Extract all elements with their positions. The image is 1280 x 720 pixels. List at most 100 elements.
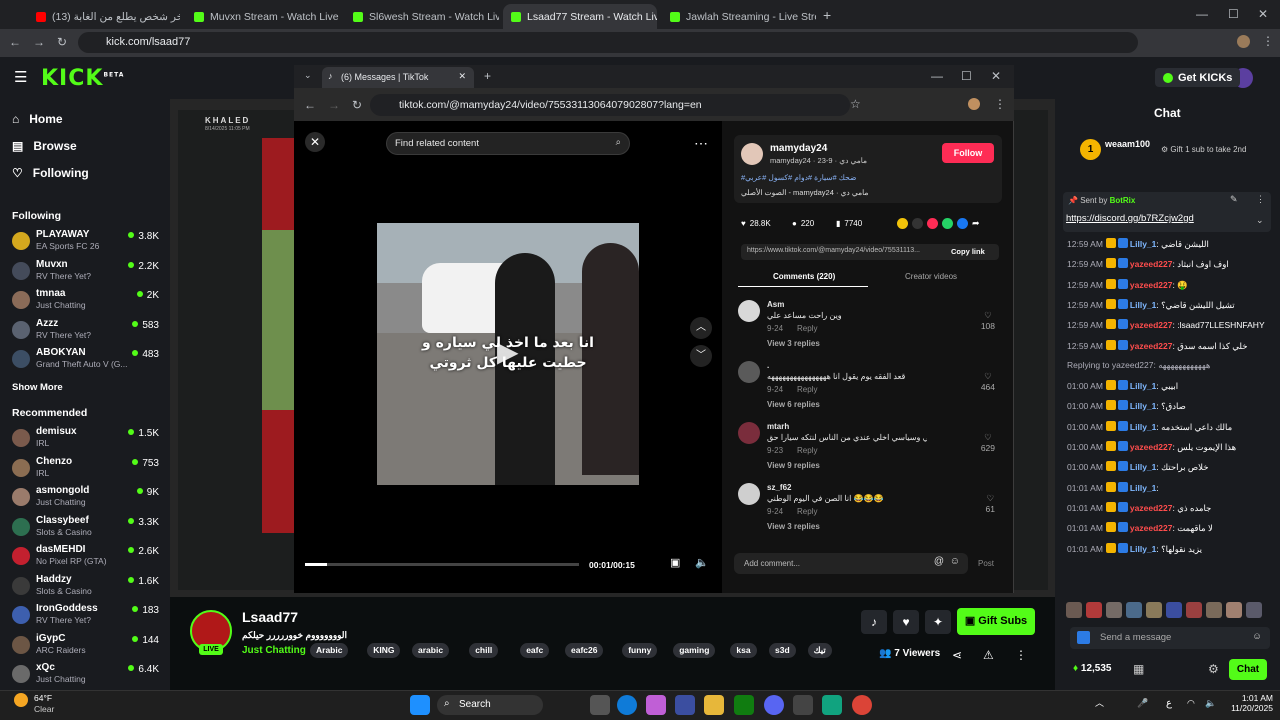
chat-calendar-icon[interactable]: ▦ — [1133, 663, 1144, 675]
mention-icon[interactable]: @ — [934, 557, 944, 567]
comment-reply-button[interactable]: Reply — [797, 324, 817, 333]
stream-category[interactable]: Just Chatting — [242, 645, 306, 656]
task-view-icon[interactable] — [590, 695, 610, 715]
emote-icon[interactable] — [1246, 602, 1262, 618]
wifi-icon[interactable]: ◠ — [1187, 699, 1195, 708]
chat-username[interactable]: yazeed227 — [1130, 280, 1173, 290]
comment-reply-button[interactable]: Reply — [797, 507, 817, 516]
browser-tab-1[interactable]: (13) اخر شخص يطلع من الغابة ...✕ — [28, 4, 180, 29]
emote-icon[interactable] — [1186, 602, 1202, 618]
view-replies-link[interactable]: View 3 replies — [767, 339, 820, 348]
hamburger-menu-icon[interactable]: ☰ — [14, 70, 27, 85]
streamer-name[interactable]: Lsaad77 — [242, 609, 298, 625]
forward-icon[interactable]: → — [33, 36, 45, 48]
more-icon[interactable]: ⋮ — [1015, 649, 1027, 661]
kick-logo[interactable]: KICKBETA — [41, 66, 124, 91]
comment-avatar[interactable] — [738, 300, 760, 322]
file-explorer-icon[interactable] — [704, 695, 724, 715]
microphone-icon[interactable]: 🎤 — [1137, 699, 1148, 708]
comment-reply-button[interactable]: Reply — [797, 446, 817, 455]
chat-username[interactable]: Lilly_1 — [1130, 422, 1156, 432]
chat-settings-icon[interactable]: ⚙ — [1208, 663, 1219, 675]
weather-icon[interactable] — [14, 693, 28, 707]
notification-bell-button[interactable]: ♪ — [861, 610, 887, 634]
chatgpt-icon[interactable] — [822, 695, 842, 715]
tab-list-icon[interactable]: ⌄ — [304, 71, 312, 80]
channel-row[interactable]: ABOKYAN Grand Theft Auto V (G... 483 — [12, 347, 162, 373]
emote-icon[interactable] — [1166, 602, 1182, 618]
close-icon[interactable]: ✕ — [458, 72, 466, 81]
emoji-icon[interactable]: ☺ — [1252, 632, 1262, 642]
stream-tag[interactable]: Arabic — [310, 643, 349, 658]
edge-icon[interactable] — [617, 695, 637, 715]
reload-icon[interactable]: ↻ — [352, 99, 362, 111]
chat-username[interactable]: Lilly_1 — [1130, 483, 1156, 493]
prev-video-button[interactable]: ︿ — [690, 317, 712, 339]
emoji-icon[interactable]: ☺ — [950, 557, 960, 567]
show-more-link[interactable]: Show More — [12, 382, 63, 393]
volume-icon[interactable]: 🔈 — [1205, 699, 1216, 708]
comment-like[interactable]: ♡ 629 — [981, 432, 995, 453]
channel-row[interactable]: dasMEHDI No Pixel RP (GTA) 2.6K — [12, 544, 162, 570]
tab-creator-videos[interactable]: Creator videos — [905, 272, 957, 281]
tiktok-tab[interactable]: (6) Messages | TikTok ♪ ✕ — [322, 67, 474, 88]
facebook-icon[interactable] — [957, 218, 968, 229]
chat-username[interactable]: Lilly_1 — [1130, 239, 1156, 249]
channel-row[interactable]: Azzz RV There Yet? 583 — [12, 318, 162, 344]
copy-link-button[interactable]: Copy link — [951, 247, 985, 256]
taskbar-search[interactable]: ⌕ Search — [437, 695, 543, 715]
address-bar[interactable]: kick.com/lsaad77 — [78, 32, 1138, 53]
next-video-button[interactable]: ﹀ — [690, 345, 712, 367]
pin-toggle-icon[interactable]: ✎ — [1230, 195, 1238, 204]
follow-button[interactable]: Follow — [942, 143, 994, 163]
comment-username[interactable]: mtarh — [767, 422, 789, 431]
nav-browse[interactable]: ▤ Browse — [12, 139, 77, 153]
chat-username[interactable]: yazeed227 — [1130, 341, 1173, 351]
nav-following[interactable]: ♡ Following — [12, 166, 89, 180]
stream-tag[interactable]: eafc — [520, 643, 550, 658]
save-stat[interactable]: ▮ 7740 — [836, 219, 862, 228]
whatsapp-icon[interactable] — [942, 218, 953, 229]
reload-icon[interactable]: ↻ — [57, 36, 67, 48]
start-menu-icon[interactable] — [410, 695, 430, 715]
view-replies-link[interactable]: View 6 replies — [767, 400, 820, 409]
stream-tag[interactable]: s3d — [769, 643, 796, 658]
browser-tab-5[interactable]: Jawlah Streaming - Live Stream✕ — [662, 4, 816, 29]
tiktok-address-bar[interactable]: tiktok.com/@mamyday24/video/755331130640… — [370, 94, 850, 116]
channel-row[interactable]: xQc Just Chatting 6.4K — [12, 662, 162, 688]
pinned-more-icon[interactable]: ⋮ — [1256, 195, 1265, 204]
comment-like[interactable]: ♡ 61 — [986, 493, 995, 514]
browser-tab-4[interactable]: Lsaad77 Stream - Watch Live o✕ — [503, 4, 657, 29]
nav-home[interactable]: ⌂ Home — [12, 112, 63, 126]
store-icon[interactable] — [675, 695, 695, 715]
settings-icon[interactable] — [793, 695, 813, 715]
add-comment-input[interactable]: Add comment... @ ☺ — [734, 553, 968, 574]
progress-track[interactable] — [305, 563, 579, 566]
minimize-icon[interactable]: — — [931, 70, 943, 82]
menu-icon[interactable]: ⋮ — [994, 98, 1006, 110]
stream-tag[interactable]: funny — [622, 643, 658, 658]
discord-icon[interactable] — [764, 695, 784, 715]
gift-prompt[interactable]: ⚙ Gift 1 sub to take 2nd — [1161, 145, 1246, 154]
tab-comments[interactable]: Comments (220) — [773, 272, 835, 281]
follow-heart-button[interactable]: ♥ — [893, 610, 919, 634]
comment-username[interactable]: Asm — [767, 300, 784, 309]
chrome-icon[interactable] — [852, 695, 872, 715]
emote-icon[interactable] — [1226, 602, 1242, 618]
repost-icon[interactable] — [927, 218, 938, 229]
author-name[interactable]: mamyday24 — [770, 143, 827, 154]
clock[interactable]: 1:01 AM 11/20/2025 — [1223, 693, 1273, 713]
comment-avatar[interactable] — [738, 422, 760, 444]
chat-username[interactable]: yazeed227 — [1130, 442, 1173, 452]
comment-like[interactable]: ♡ 108 — [981, 310, 995, 331]
browser-tab-3[interactable]: Sl6wesh Stream - Watch Live o✕ — [345, 4, 499, 29]
channel-row[interactable]: demisux IRL 1.5K — [12, 426, 162, 452]
post-button[interactable]: Post — [978, 559, 994, 568]
weather-temp[interactable]: 64°F — [34, 693, 52, 703]
channel-row[interactable]: PLAYAWAY EA Sports FC 26 3.8K — [12, 229, 162, 255]
comment-avatar[interactable] — [738, 361, 760, 383]
xbox-icon[interactable] — [734, 695, 754, 715]
sparkle-button[interactable]: ✦ — [925, 610, 951, 634]
channel-row[interactable]: Muvxn RV There Yet? 2.2K — [12, 259, 162, 285]
emote-icon[interactable] — [1206, 602, 1222, 618]
